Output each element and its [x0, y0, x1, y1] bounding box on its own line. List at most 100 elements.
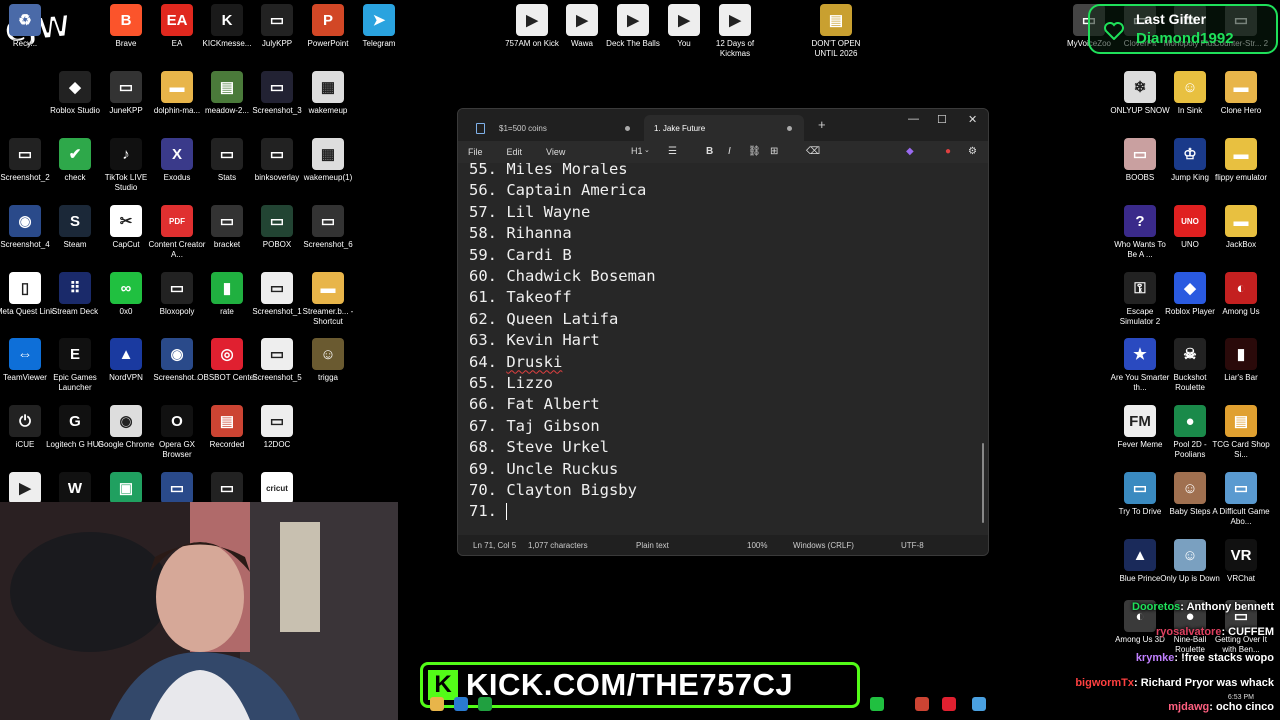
app-icon: ◆ — [1174, 272, 1206, 304]
app-icon: S — [59, 205, 91, 237]
line-text: Takeoff — [506, 288, 572, 307]
encoding[interactable]: UTF-8 — [901, 541, 924, 550]
desktop-icon[interactable]: ▭ Screenshot_6 — [298, 205, 358, 250]
desktop-icon[interactable]: ♻ Recy... — [0, 4, 55, 49]
tab-coins[interactable]: $1=500 coins — [466, 115, 642, 141]
chat-message: bigwormTx: Richard Pryor was whack — [1075, 677, 1274, 689]
app-icon: ▭ — [211, 472, 243, 504]
table-icon[interactable]: ⊞ — [770, 146, 778, 157]
desktop-icon[interactable]: ▤ DON'T OPEN UNTIL 2026 — [806, 4, 866, 59]
desktop-icon[interactable]: ▬ JackBox — [1211, 205, 1271, 250]
desktop-icon[interactable]: ▦ wakemeup(1) — [298, 138, 358, 183]
link-icon[interactable]: ⛓ — [748, 146, 761, 157]
unsaved-dot-icon — [625, 125, 630, 131]
store-icon[interactable] — [454, 697, 468, 711]
desktop-icon-label: Streamer.b... - Shortcut — [302, 307, 354, 326]
heading-dropdown[interactable]: H1 — [631, 146, 643, 156]
line-ending[interactable]: Windows (CRLF) — [793, 541, 854, 550]
bold-button[interactable]: B — [706, 146, 713, 157]
app-icon: ▦ — [312, 138, 344, 170]
notepad-taskbar-icon[interactable] — [972, 697, 986, 711]
desktop-icon[interactable]: ▭ 12DOC — [247, 405, 307, 450]
text-editor[interactable]: 55. Miles Morales 56. Captain America 57. … — [458, 163, 988, 535]
notepad-window: $1=500 coins 1. Jake Future + — ☐ ✕ File… — [457, 108, 989, 556]
maximize-button[interactable]: ☐ — [937, 113, 947, 126]
line-text: Clayton Bigsby — [506, 481, 637, 499]
zoom-level[interactable]: 100% — [747, 541, 767, 550]
format-label[interactable]: Plain text — [636, 541, 669, 550]
app-icon: FM — [1124, 405, 1156, 437]
app-icon[interactable] — [478, 697, 492, 711]
app-icon: ➤ — [363, 4, 395, 36]
last-gifter-name: Diamond1992 — [1136, 30, 1234, 47]
new-tab-button[interactable]: + — [818, 117, 826, 132]
line-text: Fat Albert — [506, 395, 600, 414]
line-text: Lizzo — [506, 374, 553, 392]
desktop-icon[interactable]: ▮ Liar's Bar — [1211, 338, 1271, 383]
desktop-icon[interactable]: VR VRChat — [1211, 539, 1271, 584]
chat-message: krymke: !free stacks wopo — [1136, 652, 1274, 664]
xbox-icon[interactable] — [870, 697, 884, 711]
last-gifter-title: Last Gifter — [1136, 11, 1207, 27]
minimize-button[interactable]: — — [908, 113, 919, 125]
tab-jake-future[interactable]: 1. Jake Future — [644, 115, 804, 141]
clear-format-icon[interactable]: ⌫ — [806, 146, 820, 157]
text-line: 62. Queen Latifa — [469, 310, 618, 328]
desktop-icon[interactable]: ▦ wakemeup — [298, 71, 358, 116]
menu-file[interactable]: File — [468, 147, 483, 157]
app-icon: ♪ — [110, 138, 142, 170]
notepad-icon — [476, 122, 485, 134]
character-count: 1,077 characters — [528, 541, 588, 550]
desktop-icon-label: wakemeup(1) — [303, 173, 353, 182]
app-icon: ▤ — [1225, 405, 1257, 437]
desktop-icon[interactable]: ▬ Streamer.b... - Shortcut — [298, 272, 358, 327]
menu-edit[interactable]: Edit — [507, 147, 523, 157]
text-line: 59. Cardi B — [469, 246, 572, 264]
vertical-scrollbar[interactable] — [982, 443, 984, 523]
app-icon: ☺ — [1174, 539, 1206, 571]
list-icon[interactable]: ☰ — [668, 146, 677, 157]
desktop-icon[interactable]: ▬ flippy emulator — [1211, 138, 1271, 183]
app-icon: ▭ — [161, 272, 193, 304]
account-icon[interactable]: ● — [945, 146, 951, 157]
desktop-icon[interactable]: ☺ trigga — [298, 338, 358, 383]
desktop-icon[interactable]: ▬ Clone Hero — [1211, 71, 1271, 116]
app-icon: ▭ — [261, 4, 293, 36]
app-icon: ▭ — [161, 472, 193, 504]
tab-label: $1=500 coins — [499, 123, 547, 133]
recorder-icon[interactable] — [915, 697, 929, 711]
settings-gear-icon[interactable]: ⚙ — [968, 146, 977, 157]
desktop-icon[interactable]: ▶ 12 Days of Kickmas — [705, 4, 765, 59]
obsbot-icon[interactable] — [942, 697, 956, 711]
text-line: 57. Lil Wayne — [469, 203, 590, 221]
close-button[interactable]: ✕ — [968, 113, 977, 126]
desktop-icon-label: flippy emulator — [1214, 173, 1268, 182]
desktop-icon-label: DON'T OPEN UNTIL 2026 — [811, 39, 861, 58]
app-icon: ▶ — [516, 4, 548, 36]
app-icon: ▤ — [820, 4, 852, 36]
line-text: Miles Morales — [506, 163, 628, 178]
desktop-icon-label: Telegram — [362, 39, 396, 48]
chat-username: krymke — [1135, 652, 1175, 664]
file-explorer-icon[interactable] — [430, 697, 444, 711]
desktop-icon-label: A Difficult Game Abo... — [1212, 507, 1270, 526]
app-icon: ▣ — [110, 472, 142, 504]
app-icon: ▭ — [9, 138, 41, 170]
text-line: 69. Uncle Ruckus — [469, 460, 618, 478]
text-line: 60. Chadwick Boseman — [469, 267, 656, 285]
desktop-icon-label: Liar's Bar — [1224, 373, 1258, 382]
copilot-icon[interactable]: ◆ — [906, 146, 914, 157]
app-icon: P — [312, 4, 344, 36]
menu-view[interactable]: View — [546, 147, 565, 157]
text-cursor — [506, 503, 508, 521]
app-icon: ▯ — [9, 272, 41, 304]
app-icon: ★ — [1124, 338, 1156, 370]
desktop-icon[interactable]: ➤ Telegram — [349, 4, 409, 49]
desktop-icon[interactable]: ▤ TCG Card Shop Si... — [1211, 405, 1271, 460]
desktop-icon[interactable]: ◐ Among Us — [1211, 272, 1271, 317]
desktop-icon[interactable]: ▭ A Difficult Game Abo... — [1211, 472, 1271, 527]
line-number: 61. — [469, 288, 507, 307]
chat-message: ryosalvatore: CUFFEM — [1156, 626, 1274, 638]
line-number: 57. — [469, 202, 507, 221]
italic-button[interactable]: I — [728, 146, 731, 157]
